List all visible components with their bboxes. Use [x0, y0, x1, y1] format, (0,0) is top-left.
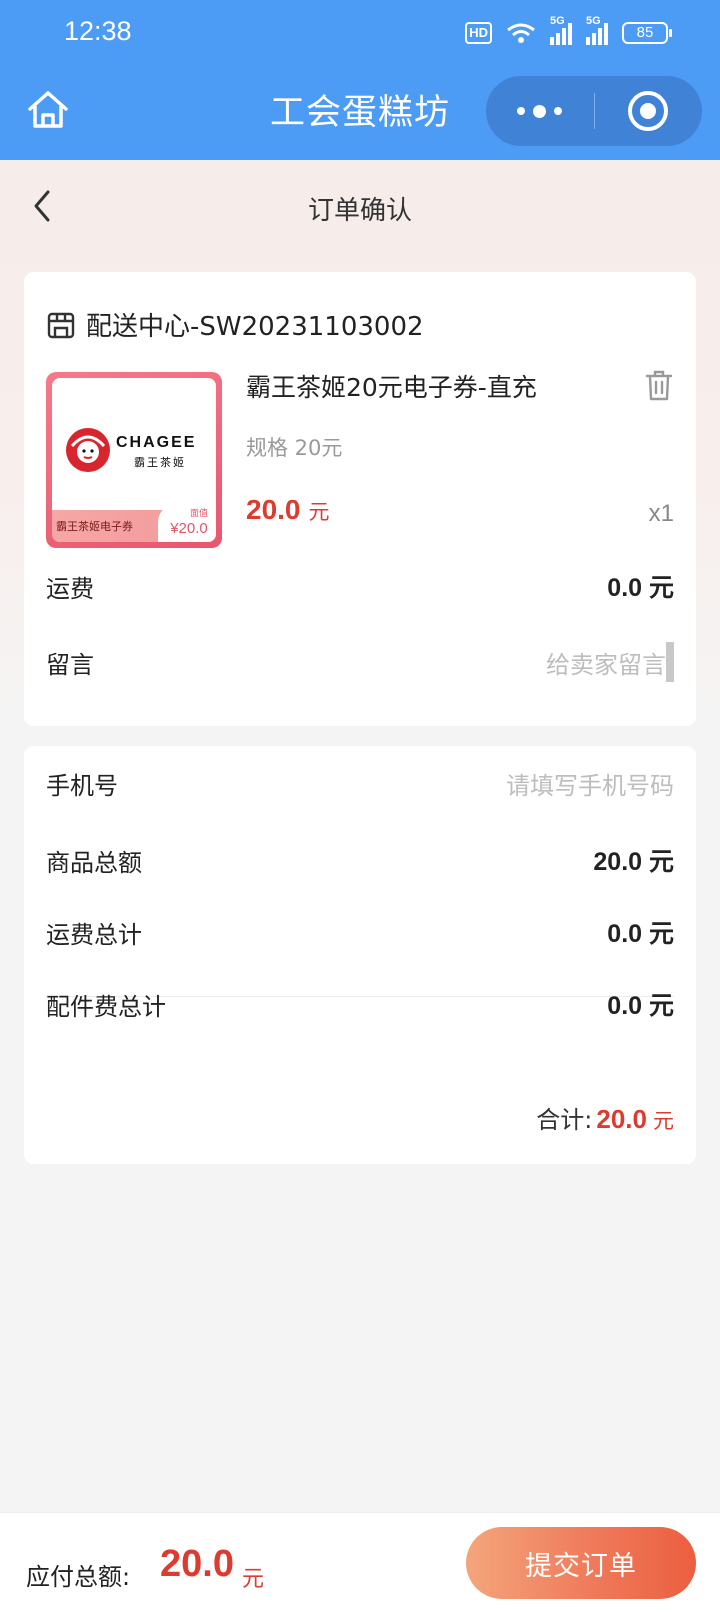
grand-total-amount: 20.0 — [596, 1104, 647, 1134]
accessory-total-value: 0.0 元 — [607, 992, 674, 1020]
summary-card: 手机号 请填写手机号码 商品总额 20.0 元 运费总计 0.0 元 配件费总计… — [24, 746, 696, 1164]
trash-icon[interactable] — [644, 368, 674, 402]
status-icons: HD 5G 5G 85 — [465, 15, 672, 46]
product-image-inner: CHAGEE 霸王茶姬 霸王茶姬电子券 面值 ¥20.0 — [52, 378, 216, 542]
shipping-label: 运费 — [46, 574, 94, 603]
grand-total-row: 合计: 20.0 元 — [536, 1100, 674, 1135]
message-input[interactable]: 给卖家留言 — [546, 642, 674, 682]
grand-total-label: 合计: — [536, 1106, 593, 1134]
more-dots-icon — [517, 104, 563, 118]
product-name[interactable]: 霸王茶姬20元电子券-直充 — [246, 368, 537, 404]
shipping-row: 运费 0.0 元 — [46, 568, 674, 604]
close-button[interactable] — [595, 76, 703, 146]
brand-name: CHAGEE — [116, 434, 197, 451]
pay-unit: 元 — [242, 1567, 265, 1592]
battery-icon: 85 — [622, 22, 672, 44]
chagee-logo-icon — [66, 428, 110, 472]
shop-header: 配送中心-SW20231103002 — [46, 306, 424, 343]
more-button[interactable] — [486, 76, 594, 146]
shipping-value: 0.0 元 — [607, 574, 674, 602]
product-spec: 规格 20元 — [246, 436, 343, 460]
pay-label: 应付总额: — [26, 1563, 131, 1591]
product-price-unit: 元 — [308, 500, 330, 524]
wifi-icon — [507, 23, 535, 43]
target-close-icon — [628, 91, 669, 131]
signal-icon: 5G — [586, 15, 608, 45]
voucher-price-badge: 面值 ¥20.0 — [158, 504, 216, 542]
shop-name: 配送中心-SW20231103002 — [86, 312, 424, 342]
checkout-bar: 应付总额: 20.0 元 提交订单 — [0, 1512, 720, 1612]
goods-total-value: 20.0 元 — [593, 848, 674, 876]
phone-row: 手机号 请填写手机号码 — [46, 766, 674, 801]
shipping-total-value: 0.0 元 — [607, 920, 674, 948]
text-cursor — [666, 642, 674, 682]
page-title: 订单确认 — [307, 196, 412, 226]
voucher-price-label: 面值 — [189, 508, 208, 518]
message-placeholder: 给卖家留言 — [546, 650, 666, 679]
product-price: 20.0 元 — [246, 494, 330, 526]
message-label: 留言 — [46, 650, 94, 679]
store-icon — [47, 312, 75, 338]
accessory-total-label: 配件费总计 — [46, 992, 166, 1021]
status-bar: 12:38 HD 5G 5G 85 — [0, 0, 720, 64]
accessory-total-row: 配件费总计 0.0 元 — [46, 986, 674, 1022]
goods-total-label: 商品总额 — [46, 848, 142, 877]
status-time: 12:38 — [64, 16, 132, 46]
pay-amount: 20.0 — [160, 1543, 234, 1585]
mini-program-capsule — [486, 76, 702, 146]
hd-icon: HD — [465, 22, 492, 44]
phone-label: 手机号 — [46, 772, 118, 800]
product-quantity: x1 — [648, 500, 674, 527]
order-card: 配送中心-SW20231103002 CHAGEE 霸王茶姬 霸王茶姬电子券 面… — [24, 272, 696, 726]
grand-total-unit: 元 — [653, 1109, 674, 1133]
submit-order-button[interactable]: 提交订单 — [466, 1527, 696, 1599]
shipping-total-label: 运费总计 — [46, 920, 142, 949]
goods-total-row: 商品总额 20.0 元 — [46, 842, 674, 878]
brand-name-cn: 霸王茶姬 — [134, 456, 186, 469]
product-image[interactable]: CHAGEE 霸王茶姬 霸王茶姬电子券 面值 ¥20.0 — [46, 372, 222, 548]
voucher-band-text: 霸王茶姬电子券 — [56, 520, 133, 533]
shipping-total-row: 运费总计 0.0 元 — [46, 914, 674, 950]
app-header: 12:38 HD 5G 5G 85 工会蛋糕坊 — [0, 0, 720, 160]
product-price-value: 20.0 — [246, 494, 301, 525]
signal-icon: 5G — [550, 15, 572, 45]
phone-input[interactable]: 请填写手机号码 — [506, 766, 674, 801]
message-row: 留言 给卖家留言 — [46, 642, 674, 682]
voucher-price: ¥20.0 — [170, 520, 208, 537]
